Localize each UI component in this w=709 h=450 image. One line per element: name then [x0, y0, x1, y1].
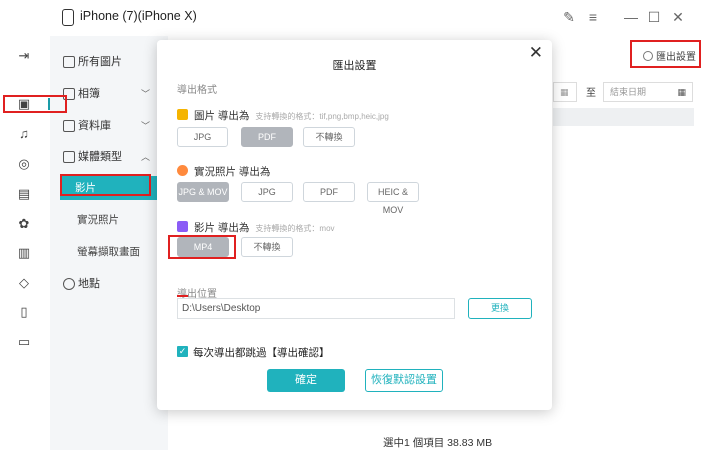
video-icon[interactable]: ◎	[14, 154, 34, 174]
maximize-icon[interactable]: ☐	[646, 9, 662, 25]
books-icon[interactable]: ▥	[14, 243, 34, 263]
highlight-export-settings	[630, 40, 701, 68]
sidebar-item-screenshots[interactable]: 螢幕擷取畫面	[50, 240, 168, 264]
live-option-heic-mov[interactable]: HEIC & MOV	[367, 182, 419, 215]
reset-defaults-button[interactable]: 恢復默認設置	[365, 369, 443, 392]
video-option-no-convert[interactable]: 不轉換	[241, 237, 293, 257]
live-option-jpg[interactable]: JPG	[241, 182, 293, 202]
status-text: 選中1 個項目 38.83 MB	[383, 437, 493, 449]
photo-option-jpg[interactable]: JPG	[177, 127, 228, 147]
highlight-videos-item	[60, 174, 151, 196]
location-pin-icon	[63, 278, 75, 290]
live-option-jpg-mov[interactable]: JPG & MOV	[177, 182, 229, 202]
apps-icon[interactable]: ✿	[14, 214, 34, 234]
close-icon[interactable]: ✕	[670, 9, 686, 25]
image-icon	[63, 56, 75, 68]
highlight-mp4-option	[168, 235, 236, 259]
edit-icon[interactable]: ✎	[561, 9, 577, 25]
sidebar-item-library[interactable]: 資料庫 ﹀	[50, 112, 168, 140]
sidebar-item-media-types[interactable]: 媒體類型 ︿	[50, 143, 168, 171]
skip-confirm-label: 每次導出都跳過【導出確認】	[193, 347, 330, 359]
live-option-pdf[interactable]: PDF	[303, 182, 355, 202]
minimize-icon[interactable]: —	[623, 9, 639, 25]
chevron-up-icon: ︿	[140, 152, 150, 162]
close-icon[interactable]: ✕	[529, 43, 543, 63]
library-icon	[63, 120, 75, 132]
device-title: iPhone (7)(iPhone X)	[80, 9, 197, 23]
dialog-title: 匯出設置	[332, 60, 377, 72]
phone-icon	[62, 9, 74, 26]
sidebar-item-live-photos[interactable]: 實況照片	[50, 208, 168, 232]
sidebar-item-all-photos[interactable]: 所有圖片	[50, 48, 168, 76]
skip-confirm-checkbox[interactable]: ✓	[177, 346, 188, 357]
media-icon	[63, 151, 75, 163]
folder-icon[interactable]: ▭	[14, 332, 34, 352]
sidebar: 所有圖片 相簿 ﹀ 資料庫 ﹀ 媒體類型 ︿ 影片 實況照片 螢幕擷取畫面 地點	[50, 36, 168, 450]
highlight-location-mark	[177, 295, 188, 297]
end-date-field[interactable]: 結束日期 ▦	[603, 82, 693, 102]
calendar-icon: ▦	[677, 87, 686, 97]
music-icon[interactable]: ♫	[14, 124, 34, 144]
chevron-down-icon: ﹀	[140, 89, 150, 99]
ok-button[interactable]: 確定	[267, 369, 345, 392]
video-icon	[177, 221, 188, 232]
table-header	[553, 108, 694, 126]
back-icon[interactable]: ⇥	[14, 46, 34, 66]
sidebar-item-places[interactable]: 地點	[50, 270, 168, 298]
photo-option-no-convert[interactable]: 不轉換	[303, 127, 355, 147]
live-photo-icon	[177, 165, 188, 176]
export-path-field[interactable]: D:\Users\Desktop	[177, 298, 455, 319]
video-format-label: 影片 導出為 支持轉換的格式：mov	[177, 220, 335, 235]
calendar-icon: ▦	[560, 87, 569, 97]
change-path-button[interactable]: 更換	[468, 298, 532, 319]
sidebar-item-albums[interactable]: 相簿 ﹀	[50, 80, 168, 108]
live-photo-format-label: 實況照片 導出為	[177, 164, 270, 179]
menu-icon[interactable]: ≡	[585, 9, 601, 25]
date-range-separator: 至	[586, 88, 596, 99]
photo-option-pdf[interactable]: PDF	[241, 127, 293, 147]
chevron-down-icon: ﹀	[140, 121, 150, 131]
tag-icon[interactable]: ◇	[14, 273, 34, 293]
title-bar: iPhone (7)(iPhone X) ✎ ≡ — ☐ ✕	[0, 0, 709, 36]
photo-format-label: 圖片 導出為 支持轉換的格式：tif,png,bmp,heic,jpg	[177, 108, 389, 123]
device-icon[interactable]: ▯	[14, 302, 34, 322]
export-settings-dialog: 匯出設置 ✕ 導出格式 圖片 導出為 支持轉換的格式：tif,png,bmp,he…	[157, 40, 552, 410]
start-date-field[interactable]: ▦	[553, 82, 577, 102]
contacts-icon[interactable]: ▤	[14, 184, 34, 204]
image-icon	[177, 109, 188, 120]
export-format-label: 導出格式	[177, 85, 217, 96]
highlight-photo-rail	[3, 95, 67, 113]
